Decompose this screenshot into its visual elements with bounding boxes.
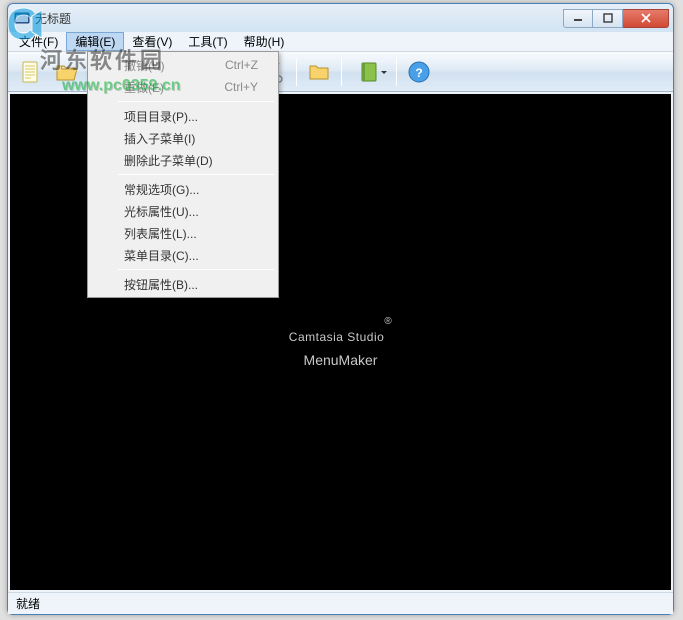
- menu-project-directory[interactable]: 项目目录(P)...: [118, 105, 276, 127]
- minimize-button[interactable]: [563, 9, 593, 28]
- toolbar-new-button[interactable]: [14, 55, 48, 89]
- menu-tools[interactable]: 工具(T): [180, 32, 235, 51]
- menu-item-label: 项目目录(P)...: [124, 108, 198, 125]
- close-icon: [640, 13, 652, 23]
- menu-item-label: 光标属性(U)...: [124, 203, 199, 220]
- toolbar-separator: [296, 58, 297, 86]
- menu-edit[interactable]: 编辑(E): [66, 32, 124, 51]
- menu-general-options[interactable]: 常规选项(G)...: [118, 178, 276, 200]
- menu-redo[interactable]: 重做(E) Ctrl+Y: [118, 76, 276, 98]
- registered-mark: ®: [384, 316, 392, 327]
- maximize-icon: [603, 13, 613, 23]
- toolbar-separator: [341, 58, 342, 86]
- menu-item-label: 重做(E): [124, 79, 164, 96]
- menu-button-properties[interactable]: 按钮属性(B)...: [118, 273, 276, 295]
- menu-menu-directory[interactable]: 菜单目录(C)...: [118, 244, 276, 266]
- green-book-icon: [357, 60, 381, 84]
- new-document-icon: [18, 59, 44, 85]
- window-title: 无标题: [35, 10, 563, 27]
- brand-title: Camtasia Studio®: [289, 316, 392, 348]
- toolbar-green-dropdown-button[interactable]: [347, 55, 391, 89]
- edit-menu-dropdown: 撤销(U) Ctrl+Z 重做(E) Ctrl+Y 项目目录(P)... 插入子…: [87, 51, 279, 298]
- window-controls: [563, 9, 669, 28]
- menu-item-label: 按钮属性(B)...: [124, 276, 198, 293]
- toolbar-separator: [396, 58, 397, 86]
- status-text: 就绪: [16, 595, 40, 612]
- menu-item-label: 菜单目录(C)...: [124, 247, 199, 264]
- menu-file[interactable]: 文件(F): [11, 32, 66, 51]
- menu-separator: [118, 101, 274, 102]
- titlebar[interactable]: 无标题: [8, 4, 673, 32]
- menu-help[interactable]: 帮助(H): [236, 32, 293, 51]
- menu-separator: [118, 269, 274, 270]
- statusbar: 就绪: [8, 592, 673, 614]
- app-icon: [14, 10, 30, 26]
- menubar: 文件(F) 编辑(E) 查看(V) 工具(T) 帮助(H): [8, 32, 673, 52]
- menu-item-label: 列表属性(L)...: [124, 225, 197, 242]
- toolbar-help-button[interactable]: ?: [402, 55, 436, 89]
- menu-list-properties[interactable]: 列表属性(L)...: [118, 222, 276, 244]
- folder-icon: [307, 60, 331, 84]
- menu-item-shortcut: Ctrl+Z: [225, 58, 258, 72]
- brand-subtitle: MenuMaker: [304, 352, 378, 368]
- svg-text:?: ?: [415, 66, 422, 80]
- toolbar-folder-button[interactable]: [302, 55, 336, 89]
- menu-item-label: 删除此子菜单(D): [124, 152, 213, 169]
- menu-item-label: 插入子菜单(I): [124, 130, 195, 147]
- minimize-icon: [573, 13, 583, 23]
- help-icon: ?: [407, 60, 431, 84]
- menu-view[interactable]: 查看(V): [124, 32, 180, 51]
- menu-cursor-properties[interactable]: 光标属性(U)...: [118, 200, 276, 222]
- menu-item-shortcut: Ctrl+Y: [224, 80, 258, 94]
- menu-separator: [118, 174, 274, 175]
- toolbar-open-button[interactable]: [50, 55, 84, 89]
- menu-insert-submenu[interactable]: 插入子菜单(I): [118, 127, 276, 149]
- menu-undo[interactable]: 撤销(U) Ctrl+Z: [118, 54, 276, 76]
- menu-item-label: 撤销(U): [124, 57, 165, 74]
- menu-item-label: 常规选项(G)...: [124, 181, 199, 198]
- close-button[interactable]: [623, 9, 669, 28]
- folder-open-icon: [54, 59, 80, 85]
- menu-delete-submenu[interactable]: 删除此子菜单(D): [118, 149, 276, 171]
- maximize-button[interactable]: [593, 9, 623, 28]
